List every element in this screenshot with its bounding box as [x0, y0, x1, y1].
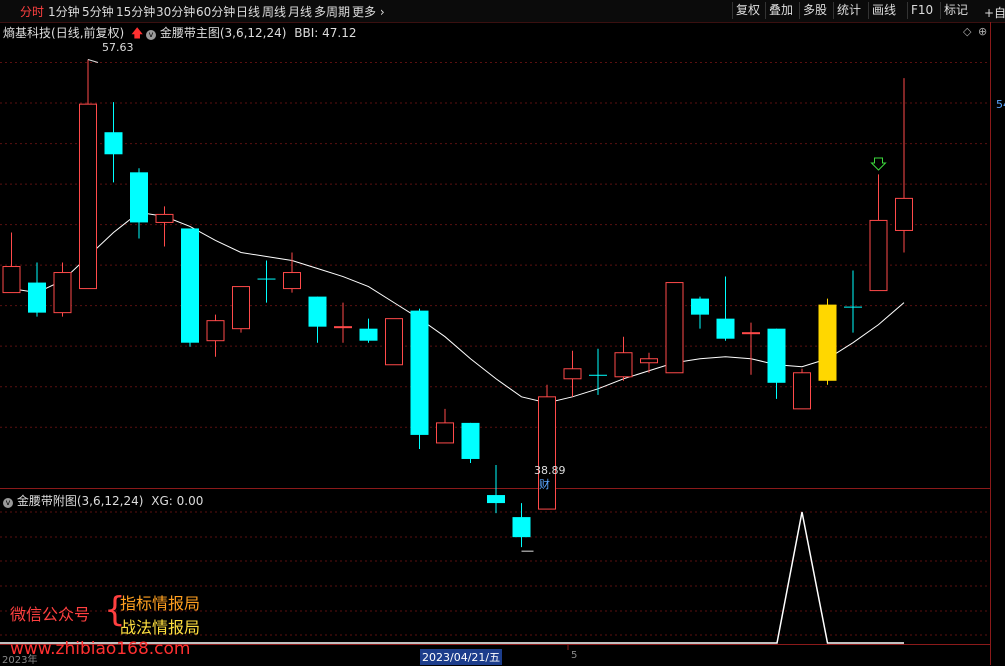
candle-body [589, 374, 607, 376]
chevron-down-icon[interactable]: v [146, 30, 156, 40]
candle-body [2, 266, 21, 294]
candle-body [79, 103, 97, 290]
high-price-label: 57.63 [102, 41, 134, 54]
candle-body [206, 320, 225, 342]
xg-value: XG: 0.00 [151, 494, 204, 508]
candle-body [512, 517, 531, 538]
main-indicator-name: 金腰带主图(3,6,12,24) [159, 26, 287, 40]
candle-body [155, 213, 174, 223]
stock-name: 熵基科技 [3, 26, 52, 40]
candle-body [818, 304, 837, 381]
display-mode: (日线,前复权) [51, 26, 125, 40]
candle-body [869, 219, 888, 292]
finance-marker[interactable]: 财 [539, 476, 550, 492]
candle-body [385, 318, 403, 366]
candle-body [793, 372, 811, 410]
diamond-icon[interactable]: ◇ [963, 25, 971, 38]
candle-body [640, 358, 658, 364]
candle-body [436, 422, 454, 444]
sub-header: v 金腰带附图(3,6,12,24) XG: 0.00 [3, 492, 203, 509]
candle-body [232, 286, 250, 330]
watermark-left: 微信公众号 [10, 605, 91, 624]
bbi-value: BBI: 47.12 [294, 26, 357, 40]
candle-body [53, 272, 72, 314]
candle-body [257, 278, 276, 280]
x-axis-date: 2023/04/21/五 [420, 649, 503, 665]
sub-indicator-name: 金腰带附图(3,6,12,24) [16, 494, 144, 508]
chevron-down-icon[interactable]: v [3, 498, 13, 508]
candle-body [104, 132, 123, 155]
watermark-line2: 战法情报局 [120, 618, 201, 637]
candle-body [181, 228, 199, 343]
candle-body [487, 495, 505, 504]
candle-body [130, 172, 148, 223]
indicator-dropdown[interactable]: v 金腰带主图(3,6,12,24) BBI: 47.12 [146, 24, 357, 41]
candle-body [359, 328, 378, 341]
candle-body [665, 282, 684, 374]
candle-body [28, 282, 46, 313]
x-axis-month: 5 [571, 650, 578, 661]
watermark-line1: 指标情报局 [120, 594, 201, 613]
add-watch-button[interactable]: +自选 [984, 4, 1005, 21]
candle-body [691, 298, 709, 315]
x-axis-year: 2023年 [2, 655, 38, 666]
candle-body [767, 328, 786, 383]
candle-body [283, 272, 301, 290]
candle-body [844, 306, 862, 308]
candle-body [461, 422, 480, 459]
main-header: 熵基科技(日线,前复权) [3, 24, 124, 41]
candle-body [334, 326, 352, 329]
candle-body [563, 368, 582, 380]
candle-body [538, 396, 556, 510]
candle-body [895, 197, 913, 231]
candle-body [308, 296, 327, 327]
price-axis-label: 54 [996, 98, 1005, 111]
zoom-icon[interactable]: ⊕ [978, 25, 987, 38]
candle-body [742, 332, 760, 335]
candle-body [716, 318, 735, 339]
chart-svg [0, 22, 991, 665]
high-leader [87, 58, 99, 63]
candle-body [614, 352, 633, 378]
buy-arrow-icon [870, 157, 887, 171]
candle-body [410, 310, 429, 435]
